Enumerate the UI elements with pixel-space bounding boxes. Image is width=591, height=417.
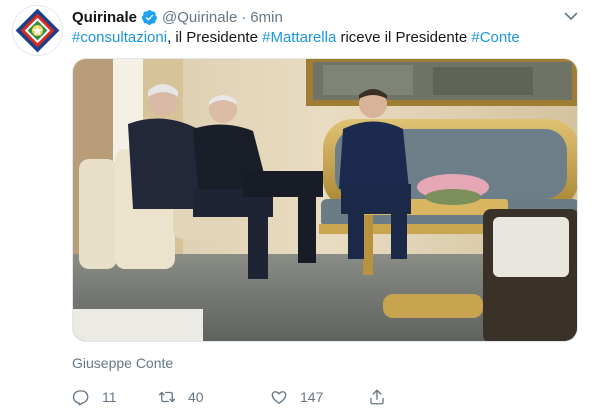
user-handle[interactable]: @Quirinale	[162, 9, 237, 26]
profile-avatar[interactable]	[12, 5, 63, 56]
verified-badge-icon	[141, 9, 157, 25]
photo-tag[interactable]: Giuseppe Conte	[72, 355, 173, 371]
chevron-down-icon[interactable]	[563, 8, 579, 24]
text-segment: riceve il Presidente	[336, 29, 472, 46]
tweet-text: #consultazioni, il Presidente #Mattarell…	[72, 28, 520, 48]
display-name[interactable]: Quirinale	[72, 9, 137, 26]
reply-count: 11	[102, 389, 117, 405]
share-button[interactable]	[368, 386, 386, 408]
tweet-timestamp[interactable]: 6min	[250, 9, 283, 26]
like-icon	[271, 391, 287, 405]
hashtag-link[interactable]: #consultazioni	[72, 29, 167, 46]
separator-dot: ·	[241, 8, 247, 26]
tweet-photo[interactable]	[72, 58, 578, 342]
like-button[interactable]: 147	[270, 386, 323, 408]
share-icon	[370, 389, 384, 405]
retweet-count: 40	[188, 389, 204, 405]
text-segment: , il Presidente	[167, 29, 263, 46]
reply-icon	[72, 390, 89, 406]
hashtag-link[interactable]: #Conte	[471, 29, 519, 46]
like-count: 147	[300, 389, 324, 405]
quirinale-emblem-icon	[13, 6, 62, 55]
hashtag-link[interactable]: #Mattarella	[262, 29, 336, 46]
tweet-header: Quirinale @Quirinale · 6min	[72, 6, 283, 28]
retweet-button[interactable]: 40	[158, 386, 204, 408]
retweet-icon	[158, 391, 176, 403]
meeting-photo	[73, 59, 577, 341]
reply-button[interactable]: 11	[72, 386, 117, 408]
tweet-card[interactable]: Quirinale @Quirinale · 6min #consultazio…	[0, 0, 591, 417]
